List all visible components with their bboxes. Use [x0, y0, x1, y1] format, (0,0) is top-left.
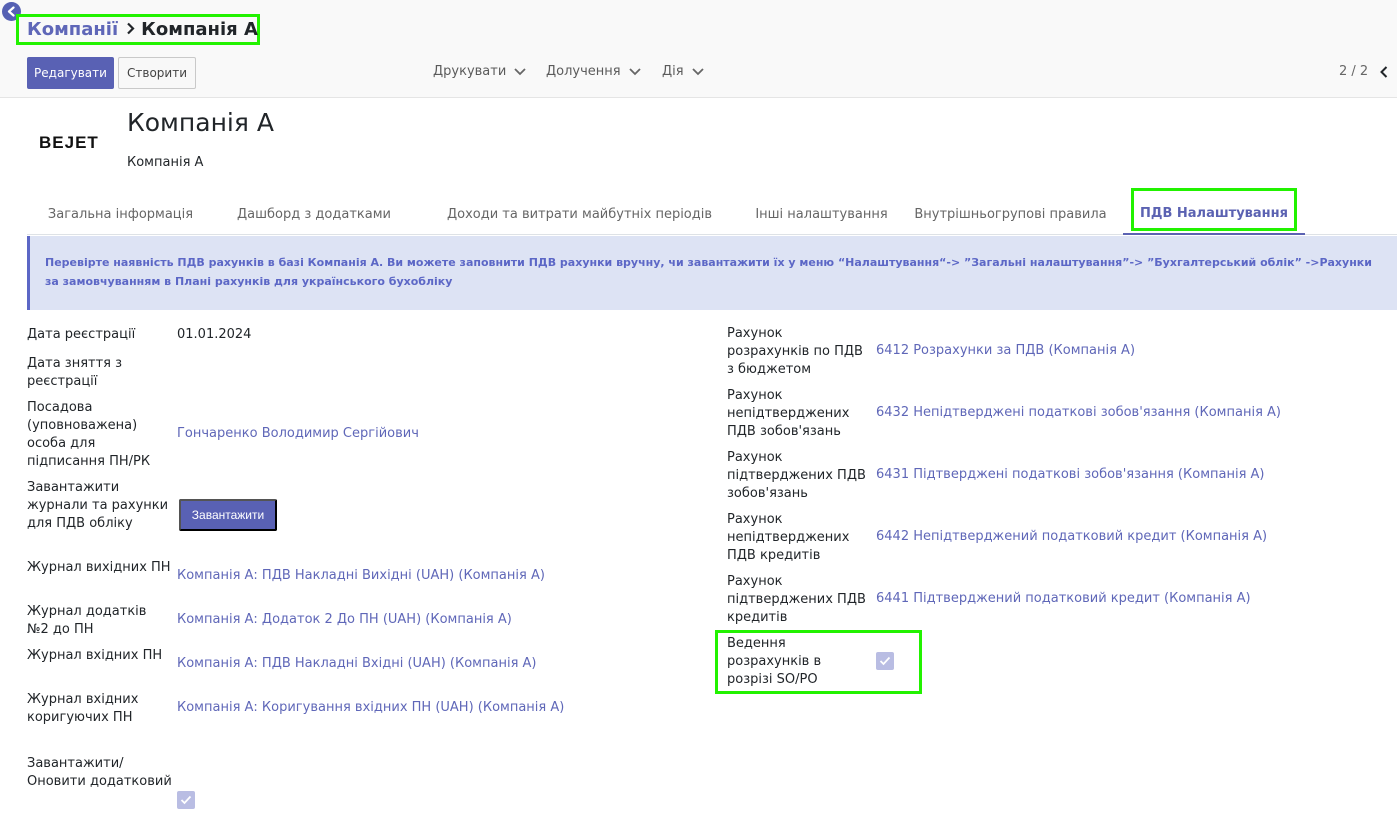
tab-intercompany-rules[interactable]: Внутрішньогрупові правила: [898, 193, 1123, 235]
confirmed-liab-value[interactable]: 6431 Підтверджені податкові зобов'язання…: [876, 466, 1265, 484]
in-journal-value[interactable]: Компанія А: ПДВ Накладні Вхідні (UAH) (К…: [177, 655, 536, 673]
breadcrumb-parent-link[interactable]: Компанії: [27, 19, 118, 40]
tab-general-info[interactable]: Загальна інформація: [27, 193, 214, 235]
breadcrumb-current: Компанія А: [141, 19, 258, 40]
control-panel: Компанії Компанія А Редагувати Створити …: [0, 0, 1397, 98]
chevron-down-icon: [691, 67, 704, 75]
notebook-tabs: Загальна інформація Дашборд з додатками …: [27, 193, 1397, 235]
chevron-left-icon[interactable]: [1380, 66, 1388, 78]
signer-label: Посадова (уповноважена) особа для підпис…: [27, 400, 151, 469]
budget-account-label: Рахунок розрахунків по ПДВ з бюджетом: [727, 326, 863, 377]
action-dropdown[interactable]: Дія: [662, 64, 704, 79]
unconfirmed-credit-value[interactable]: 6442 Непідтверджений податковий кредит (…: [876, 528, 1267, 546]
so-po-checkbox[interactable]: [876, 652, 894, 670]
breadcrumb-separator-icon: [126, 20, 135, 39]
appendix-journal-value[interactable]: Компанія А: Додаток 2 До ПН (UAH) (Компа…: [177, 611, 512, 629]
confirmed-credit-label: Рахунок підтверджених ПДВ кредитів: [727, 574, 866, 625]
load-update-checkbox[interactable]: [177, 791, 195, 809]
breadcrumb: Компанії Компанія А: [16, 14, 260, 45]
company-logo: BEJET: [39, 133, 99, 152]
unconfirmed-credit-label: Рахунок непідтверджених ПДВ кредитів: [727, 512, 850, 563]
dereg-date-label: Дата зняття з реєстрації: [27, 356, 123, 389]
attachment-dropdown-label: Долучення: [546, 64, 621, 79]
unconfirmed-liab-value[interactable]: 6432 Непідтверджені податкові зобов'язан…: [876, 404, 1281, 422]
in-journal-label: Журнал вхідних ПН: [27, 648, 163, 663]
signer-value[interactable]: Гончаренко Володимир Сергійович: [177, 425, 419, 443]
budget-account-value[interactable]: 6412 Розрахунки за ПДВ (Компанія А): [876, 342, 1135, 360]
print-dropdown[interactable]: Друкувати: [433, 64, 526, 79]
attachment-dropdown[interactable]: Долучення: [546, 64, 641, 79]
print-dropdown-label: Друкувати: [433, 64, 507, 79]
load-button[interactable]: Завантажити: [179, 499, 277, 531]
record-subtitle: Компанія А: [127, 155, 204, 170]
confirmed-credit-value[interactable]: 6441 Підтверджений податковий кредит (Ко…: [876, 590, 1251, 608]
tab-vat-settings[interactable]: ПДВ Налаштування: [1123, 193, 1305, 235]
unconfirmed-liab-label: Рахунок непідтверджених ПДВ зобов'язань: [727, 388, 850, 439]
reg-date-label: Дата реєстрації: [27, 327, 136, 342]
out-journal-value[interactable]: Компанія А: ПДВ Накладні Вихідні (UAH) (…: [177, 567, 545, 585]
record-title: Компанія А: [127, 108, 274, 137]
in-correction-journal-label: Журнал вхідних коригуючих ПН: [27, 692, 139, 725]
appendix-journal-label: Журнал додатків №2 до ПН: [27, 604, 147, 637]
chevron-down-icon: [628, 67, 641, 75]
out-journal-label: Журнал вихідних ПН: [27, 560, 171, 575]
svg-text:BEJET: BEJET: [39, 133, 99, 152]
pager-value: 2 / 2: [1339, 64, 1369, 79]
edit-button[interactable]: Редагувати: [27, 57, 114, 89]
action-dropdown-label: Дія: [662, 64, 684, 79]
tab-dashboard[interactable]: Дашборд з додатками: [214, 193, 414, 235]
so-po-label: Ведення розрахунків в розрізі SO/PO: [727, 636, 822, 687]
checkmark-icon: [879, 656, 891, 666]
chevron-down-icon: [514, 67, 526, 75]
load-update-label: Завантажити/ Оновити додатковий: [27, 756, 172, 789]
create-button[interactable]: Створити: [118, 57, 196, 89]
load-journals-label: Завантажити журнали та рахунки для ПДВ о…: [27, 480, 169, 531]
in-correction-journal-value[interactable]: Компанія А: Коригування вхідних ПН (UAH)…: [177, 699, 564, 717]
confirmed-liab-label: Рахунок підтверджених ПДВ зобов'язань: [727, 450, 866, 501]
info-alert: Перевірте наявність ПДВ рахунків в базі …: [27, 236, 1397, 310]
tab-other-settings[interactable]: Інші налаштування: [745, 193, 898, 235]
tab-deferred-income[interactable]: Доходи та витрати майбутніх періодів: [414, 193, 745, 235]
checkmark-icon: [180, 795, 192, 805]
reg-date-value[interactable]: 01.01.2024: [177, 326, 251, 344]
